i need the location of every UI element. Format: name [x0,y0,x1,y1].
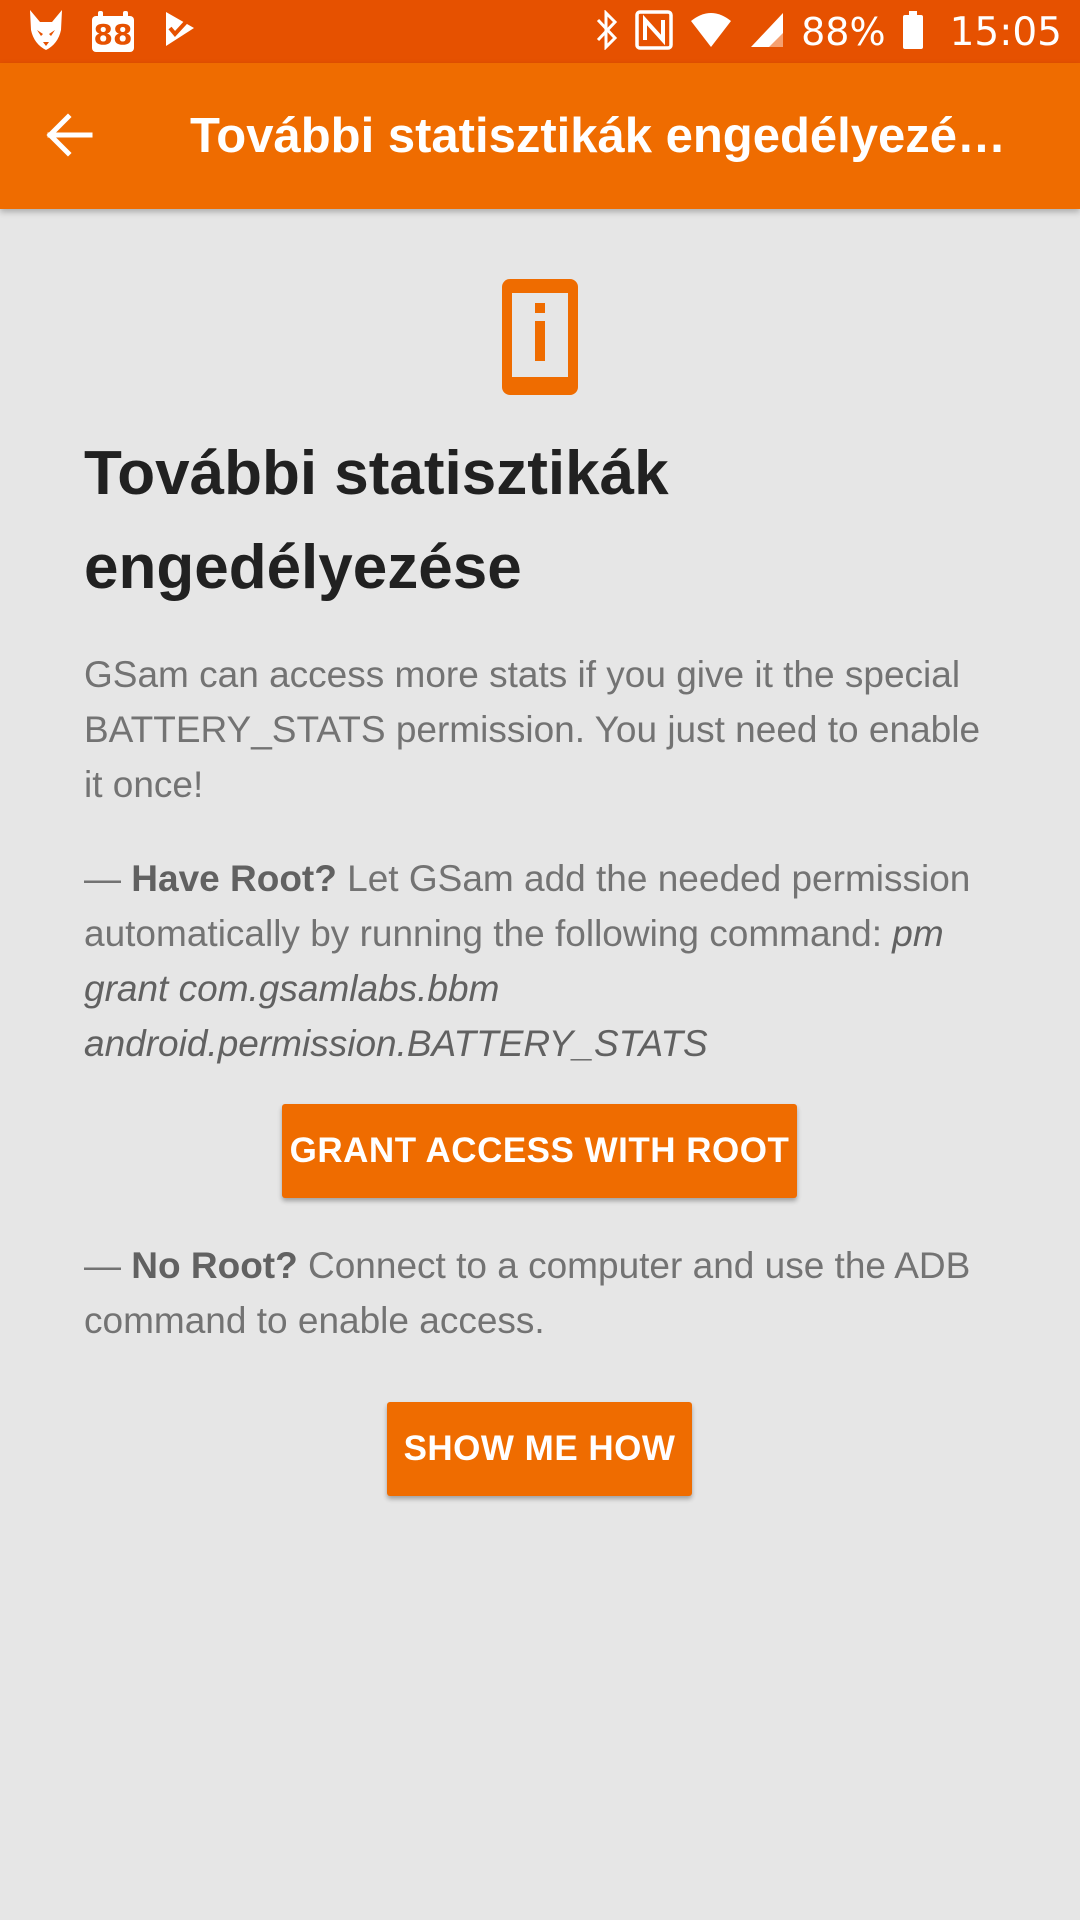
battery-icon [902,10,924,55]
page-title: További statisztikák engedélyezése [84,439,669,602]
noroot-dash: — [84,1245,132,1286]
main-content: További statisztikák engedélyezése GSam … [0,209,1080,1920]
root-title: Have Root? [131,858,337,899]
noroot-instructions: — No Root? Connect to a computer and use… [84,1238,1004,1348]
root-instructions: — Have Root? Let GSam add the needed per… [84,851,1004,1071]
battery-percent: 88% [801,10,886,54]
bluetooth-icon [595,8,619,55]
wifi-icon [689,11,733,54]
checkmark-flag-icon [162,10,198,55]
back-button[interactable] [34,101,106,173]
root-dash: — [84,858,132,899]
app-bar-title: További statisztikák engedélyezé… [190,109,1007,163]
clock: 15:05 [949,9,1062,55]
app-bar: További statisztikák engedélyezé… [0,63,1080,209]
phone-info-icon [502,279,578,395]
system-icons: 88% 15:05 [595,8,1062,56]
signal-icon [749,11,785,54]
fox-icon [28,8,64,57]
nfc-icon [635,9,673,55]
grant-access-button[interactable]: GRANT ACCESS WITH ROOT [282,1104,797,1198]
status-bar: 88 88% 15:05 [0,0,1080,63]
show-me-how-button[interactable]: SHOW ME HOW [387,1402,692,1496]
calendar-88-icon: 88 [90,10,136,54]
calendar-number: 88 [93,18,133,51]
intro-text: GSam can access more stats if you give i… [84,654,981,805]
arrow-left-icon [46,112,94,162]
noroot-title: No Root? [131,1245,298,1286]
notification-icons: 88 [28,8,198,56]
